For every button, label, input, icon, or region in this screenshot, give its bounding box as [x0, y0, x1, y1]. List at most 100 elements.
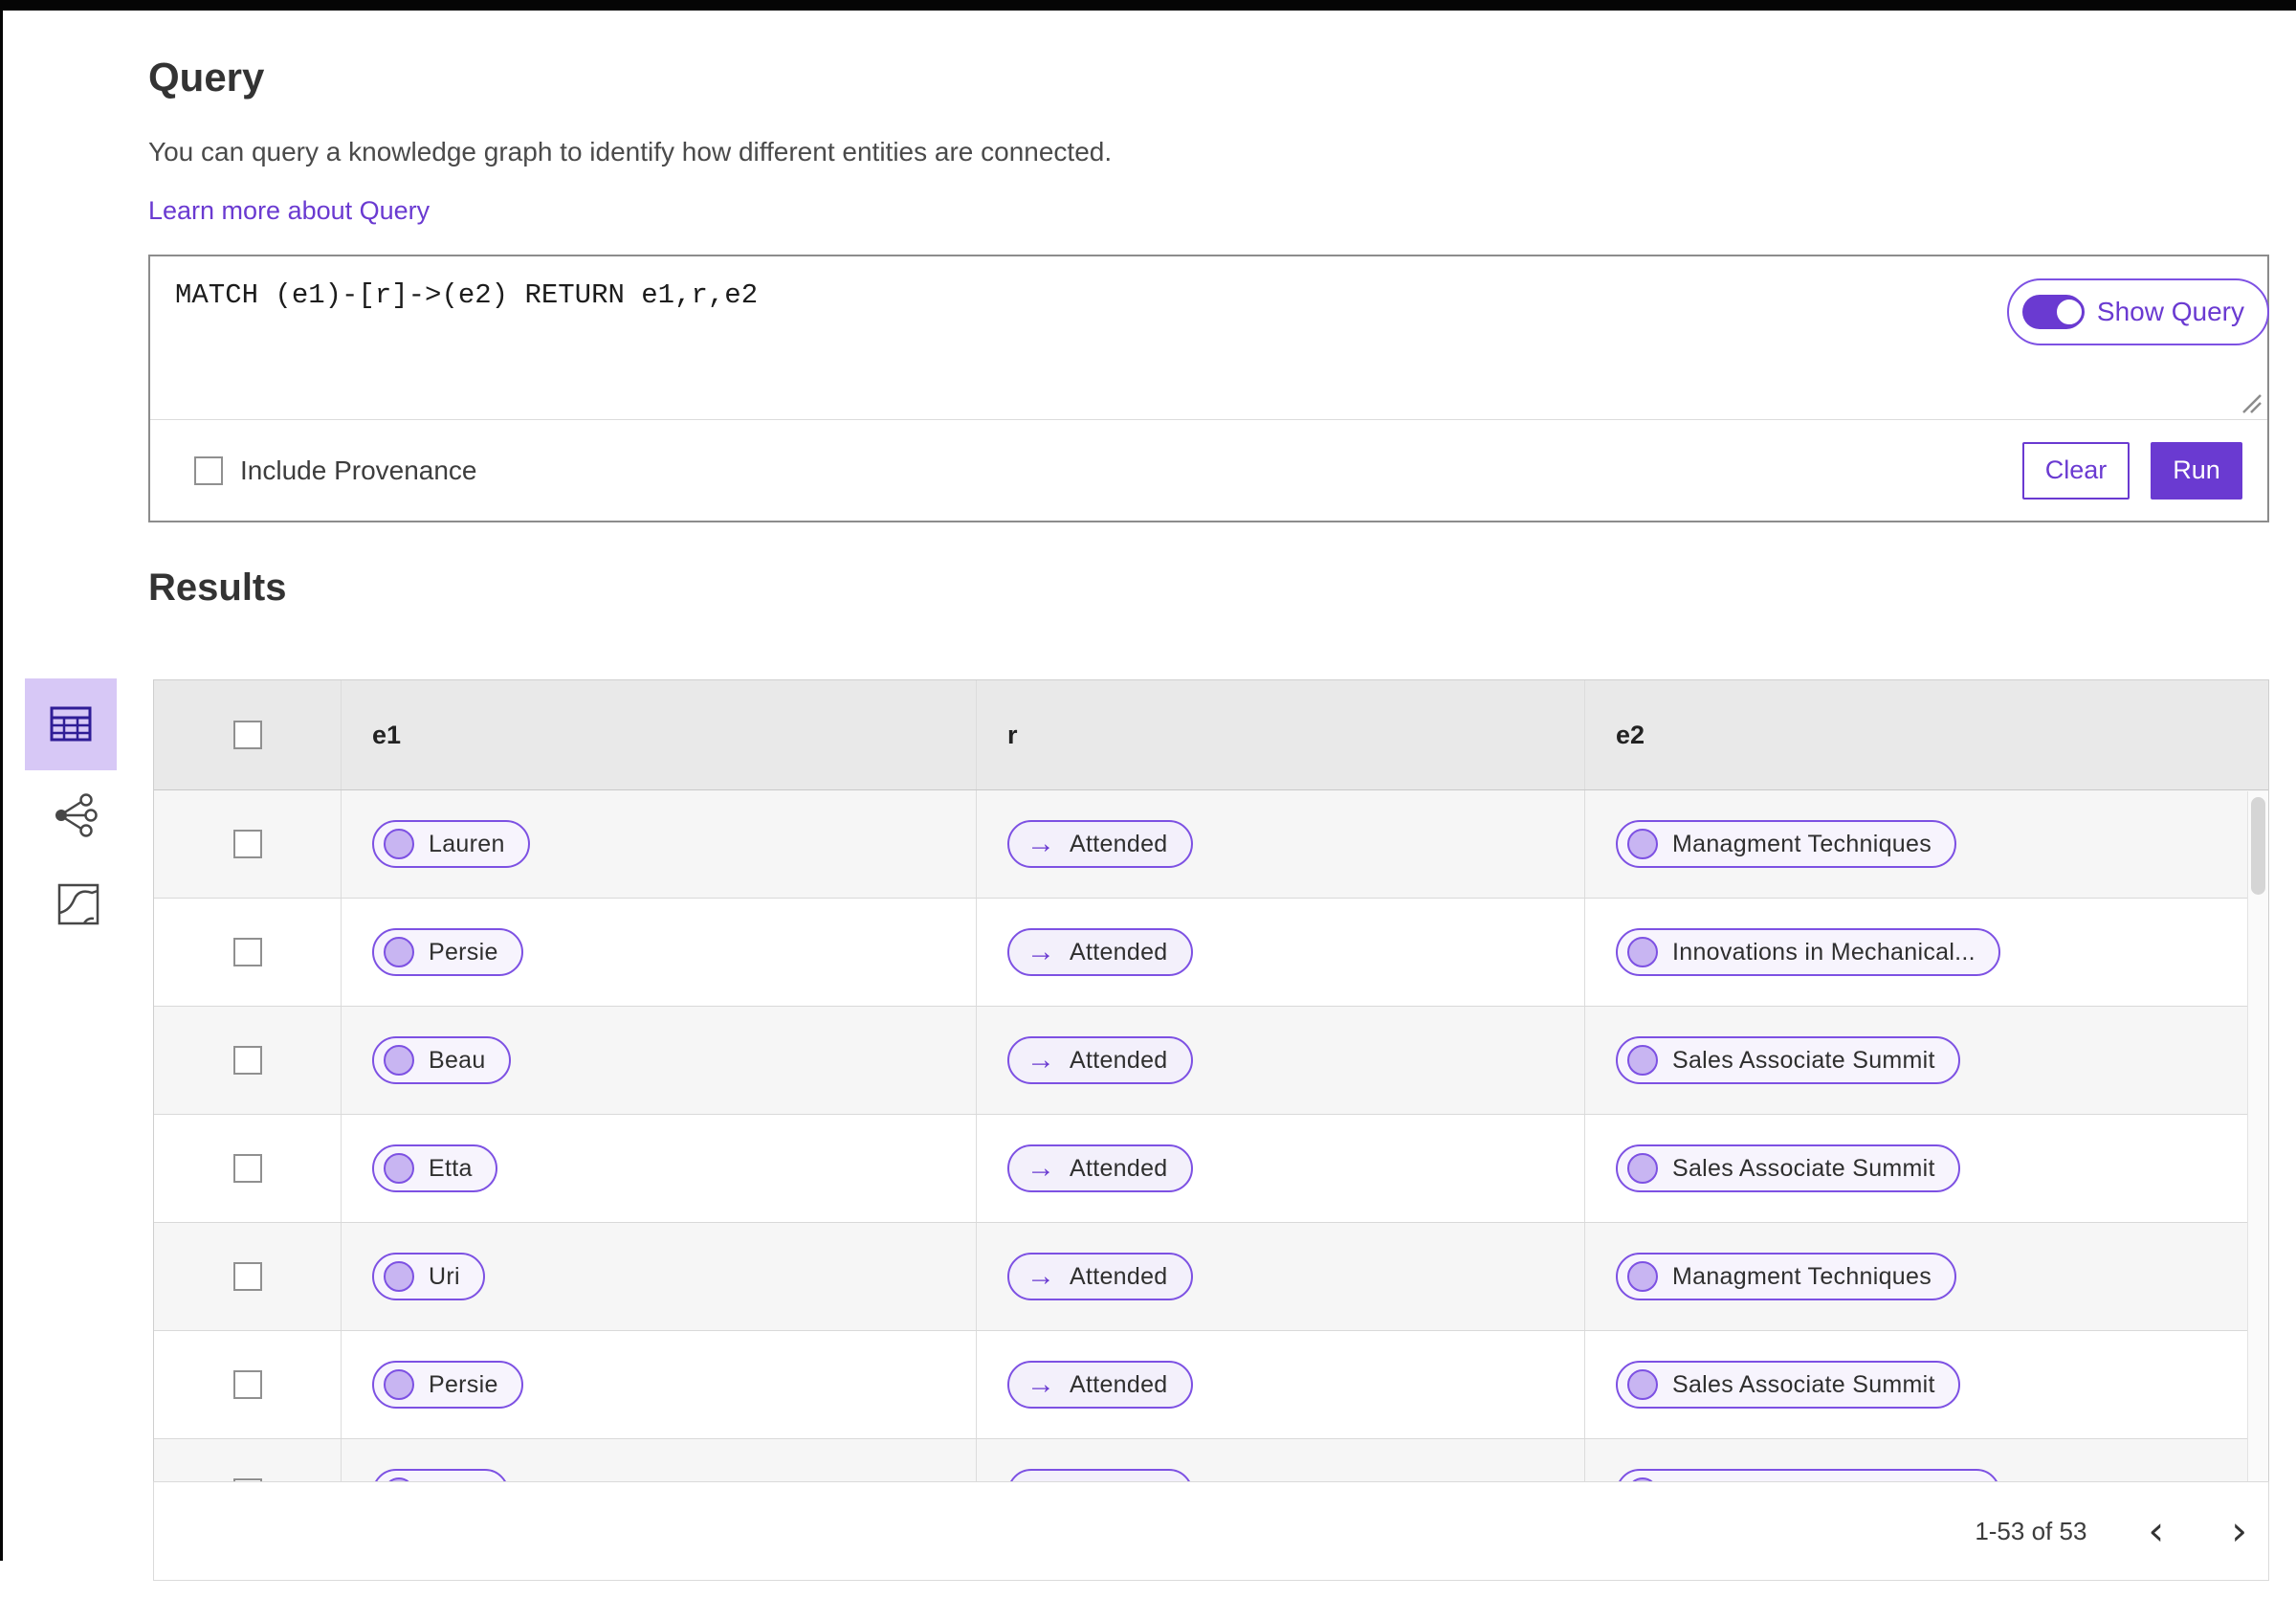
entity-node-icon: [384, 1153, 414, 1184]
entity-node-icon: [384, 937, 414, 967]
entity-node-icon: [1627, 829, 1658, 859]
row-checkbox[interactable]: [232, 938, 262, 966]
entity-pill[interactable]: Innovations in Mechanical...: [1616, 928, 2000, 976]
entity-node-icon: [1627, 937, 1658, 967]
entity-node-icon: [1627, 1261, 1658, 1292]
entity-label: Sales Associate Summit: [1672, 1370, 1935, 1398]
next-page-button[interactable]: ›: [2225, 1511, 2253, 1551]
map-view-icon: [57, 883, 99, 925]
previous-page-button[interactable]: ‹: [2142, 1511, 2170, 1551]
entity-label: Lauren: [429, 830, 505, 857]
relationship-label: Attended: [1070, 938, 1168, 966]
entity-pill[interactable]: Larry: [372, 1469, 510, 1481]
pagination-bar: 1-53 of 53 ‹ ›: [153, 1481, 2269, 1581]
row-checkbox[interactable]: [232, 1154, 262, 1183]
page-title: Query: [148, 55, 265, 100]
entity-label: Beau: [429, 1046, 486, 1074]
entity-pill[interactable]: Sales Associate Summit: [1616, 1144, 1960, 1192]
table-scrollbar[interactable]: [2247, 791, 2268, 1481]
entity-pill[interactable]: Etta: [372, 1144, 497, 1192]
table-row: Larry →Attended Innovations in Mechanica…: [154, 1439, 2268, 1481]
chevron-right-icon: ›: [2231, 1507, 2247, 1555]
window-left-border: [0, 0, 3, 1561]
entity-label: Etta: [429, 1154, 473, 1182]
arrow-right-icon: →: [1027, 936, 1055, 967]
map-view-button[interactable]: [55, 881, 101, 927]
column-header-e2: e2: [1616, 720, 1645, 749]
relationship-pill[interactable]: → Attended: [1007, 1036, 1193, 1084]
run-button[interactable]: Run: [2151, 441, 2242, 500]
include-provenance-label: Include Provenance: [240, 455, 477, 485]
entity-pill[interactable]: Sales Associate Summit: [1616, 1361, 1960, 1409]
relationship-pill[interactable]: →Attended: [1007, 1144, 1193, 1192]
row-checkbox[interactable]: [232, 1046, 262, 1075]
header-row: You can query a knowledge graph to ident…: [148, 137, 2269, 345]
results-table: e1 r e2 Lauren → Attended Managment Techn…: [153, 679, 2269, 1481]
entity-node-icon: [384, 1369, 414, 1400]
row-checkbox[interactable]: [232, 1262, 262, 1291]
link-chart-view-button[interactable]: [50, 790, 99, 840]
link-chart-view-icon: [55, 793, 98, 837]
table-view-button[interactable]: [25, 678, 117, 770]
window-top-border: [0, 0, 2296, 11]
entity-node-icon: [1627, 1369, 1658, 1400]
entity-node-icon: [1627, 1045, 1658, 1076]
entity-label: Innovations in Mechanical...: [1672, 938, 1976, 966]
entity-pill[interactable]: Managment Techniques: [1616, 1253, 1956, 1300]
relationship-label: Attended: [1070, 830, 1168, 857]
relationship-label: Attended: [1070, 1370, 1168, 1398]
arrow-right-icon: →: [1027, 1152, 1055, 1184]
row-checkbox[interactable]: [232, 830, 262, 858]
table-row: Persie → Attended Sales Associate Summit: [154, 1331, 2268, 1439]
column-header-r: r: [977, 680, 1585, 789]
relationship-pill[interactable]: → Attended: [1007, 820, 1193, 868]
table-row: Beau → Attended Sales Associate Summit: [154, 1007, 2268, 1115]
entity-label: Persie: [429, 938, 498, 966]
entity-pill[interactable]: Managment Techniques: [1616, 820, 1956, 868]
relationship-label: Attended: [1070, 1262, 1168, 1290]
relationship-label: Attended: [1070, 1046, 1168, 1074]
entity-label: Sales Associate Summit: [1672, 1046, 1935, 1074]
column-header-e1: e1: [342, 680, 977, 789]
arrow-right-icon: →: [1027, 828, 1055, 859]
table-header-row: e1 r e2: [154, 680, 2268, 790]
row-checkbox[interactable]: [232, 1370, 262, 1399]
learn-more-link[interactable]: Learn more about Query: [148, 196, 430, 226]
table-row: Etta → Attended Sales Associate Summit: [154, 1115, 2268, 1223]
arrow-right-icon: →: [1027, 1044, 1055, 1076]
entity-pill[interactable]: Beau: [372, 1036, 511, 1084]
entity-label: Uri: [429, 1262, 460, 1290]
entity-label: Sales Associate Summit: [1672, 1154, 1935, 1182]
arrow-right-icon: →: [1027, 1260, 1055, 1292]
entity-pill[interactable]: Sales Associate Summit: [1616, 1036, 1960, 1084]
entity-pill[interactable]: Innovations in Mechanical...: [1616, 1469, 2000, 1481]
entity-pill[interactable]: Lauren: [372, 820, 530, 868]
table-row: Uri → Attended Managment Techniques: [154, 1223, 2268, 1331]
query-panel: MATCH (e1)-[r]->(e2) RETURN e1,r,e2 Incl…: [148, 255, 2269, 522]
entity-node-icon: [384, 1045, 414, 1076]
query-text: MATCH (e1)-[r]->(e2) RETURN e1,r,e2: [175, 279, 759, 311]
relationship-pill[interactable]: → Attended: [1007, 928, 1193, 976]
query-input[interactable]: MATCH (e1)-[r]->(e2) RETURN e1,r,e2: [150, 256, 2267, 419]
table-view-icon: [50, 706, 92, 742]
table-row: Persie → Attended Innovations in Mechanic…: [154, 899, 2268, 1007]
entity-label: Persie: [429, 1370, 498, 1398]
relationship-pill[interactable]: → Attended: [1007, 1253, 1193, 1300]
clear-button[interactable]: Clear: [2022, 441, 2130, 500]
include-provenance-checkbox[interactable]: [194, 455, 223, 485]
entity-node-icon: [384, 1261, 414, 1292]
entity-pill[interactable]: Persie: [372, 1361, 523, 1409]
relationship-pill[interactable]: →Attended: [1007, 1361, 1193, 1409]
resize-handle-icon[interactable]: [2238, 389, 2263, 414]
entity-pill[interactable]: Uri: [372, 1253, 485, 1300]
scrollbar-thumb[interactable]: [2251, 797, 2265, 895]
relationship-pill[interactable]: →Attended: [1007, 1469, 1193, 1481]
entity-label: Managment Techniques: [1672, 1262, 1932, 1290]
entity-label: Managment Techniques: [1672, 830, 1932, 857]
select-all-checkbox[interactable]: [232, 721, 262, 749]
entity-pill[interactable]: Persie: [372, 928, 523, 976]
entity-node-icon: [384, 829, 414, 859]
entity-node-icon: [1627, 1153, 1658, 1184]
query-panel-footer: Include Provenance Clear Run: [150, 419, 2267, 521]
pagination-range: 1-53 of 53: [1975, 1516, 2087, 1545]
